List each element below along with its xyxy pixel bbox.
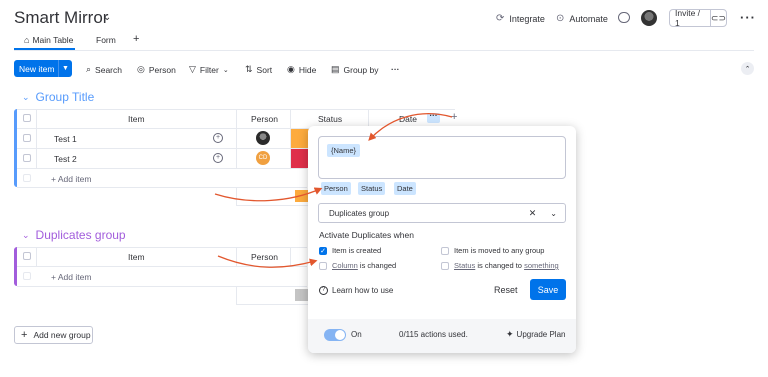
annotation-arrows xyxy=(214,113,453,268)
annotation-arrow-options xyxy=(217,255,318,268)
annotation-arrow-variables xyxy=(214,187,323,202)
annotation-arrow-name xyxy=(368,113,453,141)
